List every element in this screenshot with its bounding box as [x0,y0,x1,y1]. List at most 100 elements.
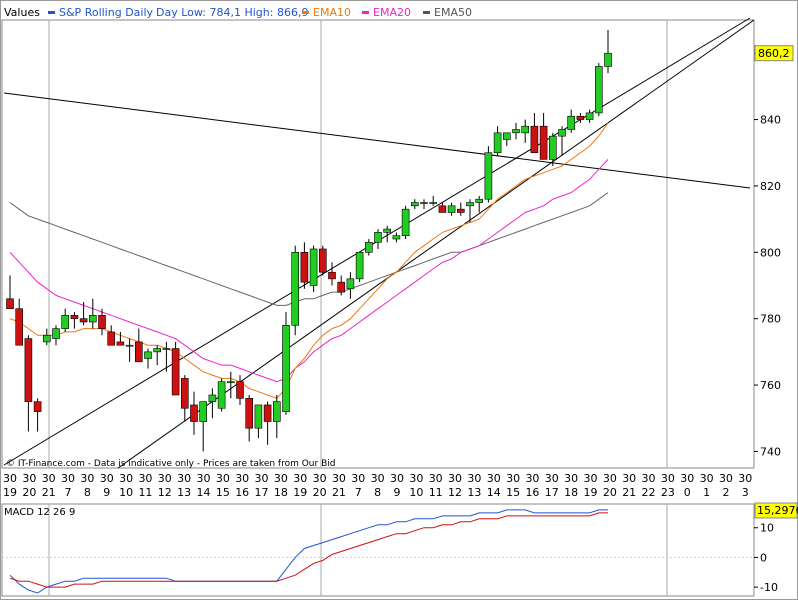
candle-body-down [190,404,198,422]
x-tick-label-top: 30 [42,472,56,485]
candle-body-down [6,298,14,310]
y-tick-label: 800 [760,246,781,259]
candle [217,378,226,412]
candle-body-up [272,401,281,422]
x-tick-label-bottom: 9 [103,486,110,499]
x-tick-label-bottom: 18 [564,486,578,499]
x-tick-label-top: 30 [351,472,365,485]
x-tick-label-top: 30 [390,472,404,485]
x-tick-label-bottom: 12 [158,486,172,499]
legend-item-ema10: EMA10 [313,6,351,19]
candle-body-up [162,348,171,350]
candle [594,63,603,117]
x-tick-label-top: 30 [274,472,288,485]
x-tick-label-top: 30 [642,472,656,485]
x-tick-label-bottom: 20 [22,486,36,499]
x-tick-label-top: 30 [22,472,36,485]
x-tick-label-bottom: 8 [84,486,91,499]
candle-body-up [502,132,511,140]
price-badge-value: 860,2 [758,47,790,60]
candle-body-down [236,381,244,399]
candle-body-down [79,318,88,323]
x-tick-label-bottom: 20 [603,486,617,499]
legend-item-daylow: Day Low: 784,1 High: 866,9 [156,6,308,19]
x-tick-label-bottom: 21 [622,486,636,499]
macd-title: MACD 12 26 9 [4,507,75,518]
candle-body-down [530,125,539,154]
candle-body-up [199,401,207,422]
candle-body-up [254,404,263,429]
x-tick-label-bottom: 12 [448,486,462,499]
legend-values-label: Values [4,6,40,19]
candle [171,341,180,396]
candle-body-down [539,125,548,160]
y-tick-label: 740 [760,445,781,458]
candle-body-up [567,115,576,130]
candle-body-up [420,202,428,204]
x-tick-label-bottom: 14 [197,486,211,499]
price-badge: 860,2 [754,45,794,62]
x-tick-label-top: 30 [158,472,172,485]
x-tick-label-bottom: 20 [313,486,327,499]
x-tick-label-bottom: 21 [332,486,346,499]
x-tick-label-top: 30 [429,472,443,485]
x-tick-label-top: 30 [661,472,675,485]
candle-body-up [447,205,456,213]
candle-body-up [383,228,392,233]
x-tick-label-top: 30 [467,472,481,485]
candle-body-up [548,135,557,160]
candle-body-up [355,251,364,280]
x-tick-label-bottom: 16 [235,486,249,499]
x-tick-label-bottom: 15 [506,486,520,499]
x-tick-label-top: 30 [545,472,559,485]
x-tick-label-top: 30 [680,472,694,485]
x-tick-label-top: 30 [235,472,249,485]
candle-body-down [245,398,253,429]
candle-body-down [337,281,346,293]
x-tick-label-bottom: 21 [42,486,56,499]
candle-body-down [135,341,143,363]
candle-body-down [318,248,327,273]
legend-swatch-ema20 [362,11,369,14]
candle-body-down [263,404,272,422]
legend-bar: Values S&P Rolling Daily Day Low: 784,1 … [4,6,472,19]
legend-swatch-ema10 [302,11,309,14]
footer-note: © IT-Finance.com - Data is indicative on… [6,459,335,469]
candle-body-down [107,331,115,346]
x-tick-label-top: 30 [719,472,733,485]
candle-body-down [456,208,465,213]
x-tick-label-bottom: 22 [642,486,656,499]
candle-body-up [512,129,520,134]
candle-body-up [144,351,152,359]
macd-badge-value: 15,2976 [757,504,798,517]
y-tick-label: 780 [760,313,781,326]
candle-body-up [309,248,318,286]
x-tick-label-bottom: 7 [65,486,72,499]
candle-body-down [33,401,42,412]
candle-body-up [604,52,612,67]
candle-body-up [429,202,438,204]
x-tick-label-top: 30 [61,472,75,485]
candle-body-up [42,334,51,343]
x-tick-label-top: 30 [487,472,501,485]
x-tick-label-top: 30 [738,472,752,485]
x-tick-label-bottom: 14 [487,486,501,499]
candle-body-down [24,338,33,402]
x-tick-label-bottom: 1 [703,486,710,499]
x-tick-label-bottom: 7 [355,486,362,499]
x-tick-label-bottom: 10 [119,486,133,499]
candle-body-down [116,341,125,346]
x-tick-label-bottom: 15 [216,486,230,499]
candle-body-up [521,125,530,134]
candle [282,312,290,415]
macd-badge: 15,2976 [754,502,798,519]
candle-body-down [438,205,447,213]
x-tick-label-bottom: 17 [545,486,559,499]
candle-body-up [493,132,502,154]
candle-body-up [89,315,97,323]
x-tick-label-bottom: 13 [177,486,191,499]
candle-body-down [181,378,189,409]
x-tick-label-top: 30 [255,472,269,485]
x-tick-label-top: 30 [80,472,94,485]
candle-body-up [475,198,484,203]
